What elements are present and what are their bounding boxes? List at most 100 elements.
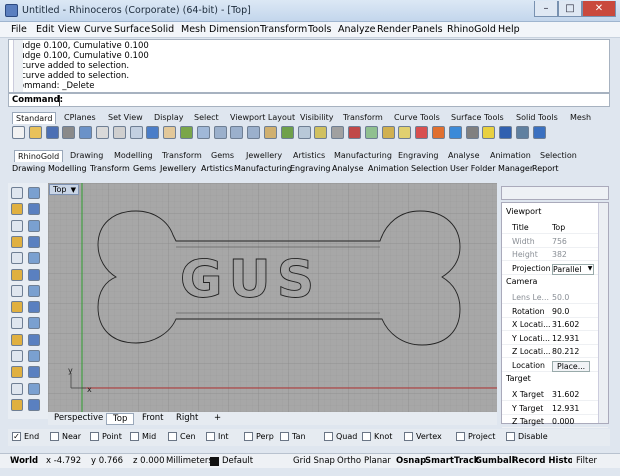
menu-dimension[interactable]: Dimension [209,24,260,35]
select-icon[interactable] [331,126,345,139]
layer-label[interactable]: Default [222,456,253,466]
zoom-extents-icon[interactable] [230,126,244,139]
minimize-button[interactable]: – [534,1,558,17]
undo-icon[interactable] [146,126,160,139]
tab-manufacturing[interactable]: Manufacturing [334,150,392,162]
tab-transform[interactable]: Transform [343,112,383,124]
osnap-knot-checkbox[interactable] [362,432,371,441]
menu-file[interactable]: File [11,24,27,35]
trim-icon[interactable] [11,350,23,362]
print-icon[interactable] [62,126,76,139]
osnap-point-checkbox[interactable] [90,432,99,441]
show-icon[interactable] [364,126,378,139]
osnap-vertex-checkbox[interactable] [404,432,413,441]
cut-icon[interactable] [96,126,109,139]
rg-menu-selection[interactable]: Selection [411,164,448,173]
rg-menu-transform[interactable]: Transform [90,164,130,173]
lock-icon[interactable] [381,126,395,139]
tab-cplanes[interactable]: CPlanes [64,112,96,124]
ellipse-icon[interactable] [28,235,40,248]
tab-viewport-layout[interactable]: Viewport Layout [230,112,295,124]
menu-solid[interactable]: Solid [151,24,174,35]
pan-icon[interactable] [163,126,177,139]
history-scrollbar[interactable] [13,40,23,92]
menu-render[interactable]: Render [377,24,411,35]
menu-help[interactable]: Help [498,24,520,35]
record-history-toggle[interactable]: Record History [512,456,572,466]
units-label[interactable]: Millimeters [166,456,213,466]
menu-transform[interactable]: Transform [260,24,307,35]
color-icon[interactable] [432,126,445,139]
tab-right[interactable]: Right [176,413,198,423]
material-icon[interactable] [465,126,479,139]
gumball-toggle[interactable]: Gumball [475,456,515,466]
rotate-icon[interactable] [280,126,294,139]
rg-menu-user-folder-manager[interactable]: User Folder Manager [450,164,533,173]
menu-mesh[interactable]: Mesh [181,24,206,35]
select-arrow-icon[interactable] [11,187,23,199]
ortho-toggle[interactable]: Ortho [337,456,361,466]
menu-surface[interactable]: Surface [114,24,150,35]
hide-icon[interactable] [348,126,361,139]
rg-menu-artistics[interactable]: Artistics [201,164,233,173]
copy-icon[interactable] [112,126,126,139]
rg-menu-gems[interactable]: Gems [133,164,156,173]
cplane-label[interactable]: World [10,456,38,466]
engraved-text[interactable]: GUS [179,250,320,311]
surface-icon[interactable] [28,301,40,314]
rg-menu-animation[interactable]: Animation [368,164,409,173]
tab-selection[interactable]: Selection [540,150,577,162]
zoom-window-icon[interactable] [213,126,227,139]
join-icon[interactable] [28,333,40,346]
property-value[interactable]: 12.931 [552,404,579,413]
close-button[interactable]: ✕ [582,1,616,17]
tab-top[interactable]: Top [106,413,135,425]
property-value[interactable]: Parallel ▼ [552,263,595,275]
new-file-icon[interactable] [12,126,25,139]
box-icon[interactable] [11,284,23,297]
scale-icon[interactable] [11,382,23,395]
environment-icon[interactable] [499,126,513,139]
property-value[interactable]: Place... [552,360,591,372]
osnap-int-checkbox[interactable] [206,432,215,441]
pan-view-icon[interactable] [264,126,277,139]
viewport-title-dropdown[interactable]: Top ▼ [49,184,79,195]
zoom-icon[interactable] [196,126,210,139]
help-icon[interactable] [532,126,546,139]
circle-icon[interactable] [28,203,40,216]
tab-solid-tools[interactable]: Solid Tools [516,112,558,124]
rg-menu-analyse[interactable]: Analyse [332,164,364,173]
save-icon[interactable] [45,126,59,139]
paste-icon[interactable] [129,126,143,139]
mesh-icon[interactable] [28,317,40,330]
menu-tools[interactable]: Tools [308,24,331,35]
tab-surface-tools[interactable]: Surface Tools [451,112,504,124]
zoom-selected-icon[interactable] [247,126,261,139]
top-viewport[interactable]: GUS y x [48,183,497,412]
tab-engraving[interactable]: Engraving [398,150,439,162]
properties-scrollbar[interactable] [598,203,608,423]
options-icon[interactable] [516,126,529,139]
menu-view[interactable]: View [58,24,81,35]
tab-curve-tools[interactable]: Curve Tools [394,112,440,124]
array-icon[interactable] [11,398,23,411]
rg-menu-drawing[interactable]: Drawing [12,164,45,173]
property-value[interactable]: 0.000 [552,417,574,426]
split-icon[interactable] [28,350,40,362]
point-icon[interactable] [28,187,40,199]
tab-standard[interactable]: Standard [12,112,57,124]
property-value[interactable]: Top [552,223,565,232]
tab-animation[interactable]: Animation [490,150,531,162]
tab-gems[interactable]: Gems [211,150,234,162]
tab-front[interactable]: Front [142,413,164,423]
osnap-near-checkbox[interactable] [50,432,59,441]
tab-artistics[interactable]: Artistics [293,150,325,162]
osnap-quad-checkbox[interactable] [324,432,333,441]
cplane-icon[interactable] [314,126,328,139]
tab-set-view[interactable]: Set View [108,112,143,124]
osnap-end-checkbox[interactable]: ✓ [12,432,21,441]
tab-rhinogold[interactable]: RhinoGold [14,150,64,162]
tab-modelling[interactable]: Modelling [114,150,153,162]
property-value[interactable]: 12.931 [552,334,579,343]
property-value[interactable]: 31.602 [552,320,579,329]
